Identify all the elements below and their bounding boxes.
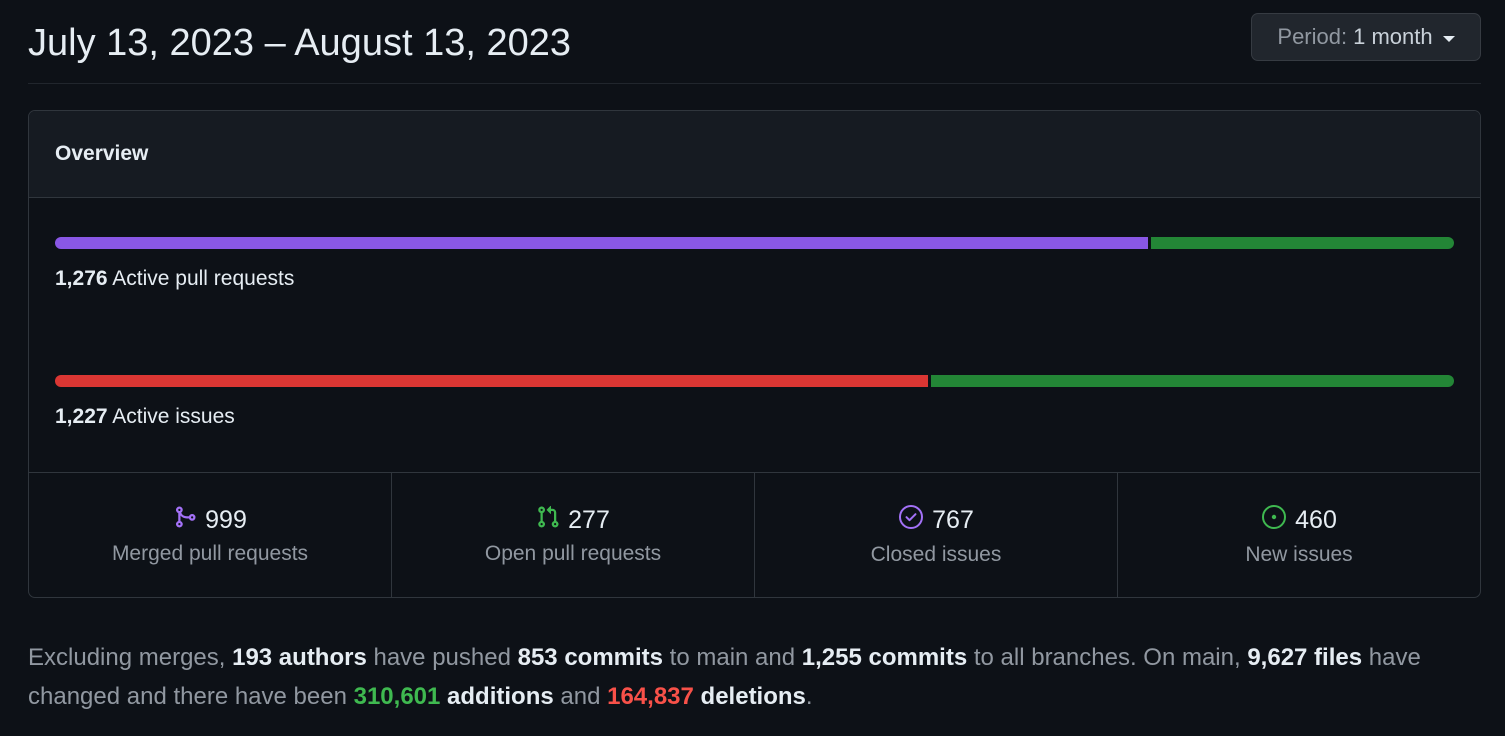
deletions-count: 164,837 xyxy=(607,683,694,710)
active-issues-label: Active issues xyxy=(112,405,235,428)
stat-open-prs[interactable]: 277 Open pull requests xyxy=(392,473,755,597)
closed-issues-value: 767 xyxy=(932,505,974,534)
authors-count: 193 authors xyxy=(232,644,367,671)
date-range-title: July 13, 2023 – August 13, 2023 xyxy=(28,22,571,64)
open-prs-label: Open pull requests xyxy=(484,541,662,565)
git-pull-request-icon xyxy=(536,505,560,536)
summary-text-4: to all branches. On main, xyxy=(967,644,1248,671)
open-prs-segment xyxy=(1151,237,1454,249)
period-label: Period: xyxy=(1277,24,1348,49)
page-header: July 13, 2023 – August 13, 2023 Period: … xyxy=(28,0,1481,84)
overview-panel: Overview 1,276 Active pull requests 1,22… xyxy=(28,110,1481,598)
commit-summary: Excluding merges, 193 authors have pushe… xyxy=(28,638,1448,716)
merged-prs-value: 999 xyxy=(205,505,247,534)
issues-caption: 1,227 Active issues xyxy=(55,405,1454,429)
closed-issues-label: Closed issues xyxy=(870,542,1002,566)
summary-text-1: Excluding merges, xyxy=(28,644,233,671)
files-changed-count: 9,627 files xyxy=(1247,644,1363,671)
merged-prs-label: Merged pull requests xyxy=(111,541,309,565)
caret-down-icon xyxy=(1442,35,1455,42)
additions-label: additions xyxy=(440,683,554,710)
summary-text-6: and xyxy=(553,683,608,710)
new-issues-value: 460 xyxy=(1295,505,1337,534)
summary-text-7: . xyxy=(805,683,813,710)
main-commits-count: 853 commits xyxy=(517,644,664,671)
issue-opened-icon xyxy=(1261,504,1287,537)
period-dropdown-button[interactable]: Period: 1 month xyxy=(1251,13,1481,61)
new-issues-segment xyxy=(930,375,1454,387)
issues-bar xyxy=(55,375,1454,387)
additions-count: 310,601 xyxy=(353,683,441,710)
overview-title: Overview xyxy=(55,142,149,165)
stat-new-issues[interactable]: 460 New issues xyxy=(1118,473,1480,597)
merged-prs-segment xyxy=(55,237,1149,249)
open-prs-value: 277 xyxy=(568,505,610,534)
active-prs-label: Active pull requests xyxy=(112,267,295,290)
new-issues-label: New issues xyxy=(1245,542,1353,566)
summary-text-2: have pushed xyxy=(366,644,518,671)
summary-text-3: to main and xyxy=(663,644,802,671)
pull-requests-bar xyxy=(55,237,1454,249)
deletions-label: deletions xyxy=(693,683,806,710)
closed-issues-segment xyxy=(55,375,928,387)
git-merge-icon xyxy=(173,505,197,536)
period-value: 1 month xyxy=(1353,24,1433,49)
overview-header: Overview xyxy=(29,111,1480,198)
pull-requests-caption: 1,276 Active pull requests xyxy=(55,267,1454,291)
pull-requests-summary[interactable]: 1,276 Active pull requests xyxy=(55,237,1454,291)
issues-summary[interactable]: 1,227 Active issues xyxy=(55,375,1454,429)
active-issues-count: 1,227 xyxy=(55,405,108,428)
all-commits-count: 1,255 commits xyxy=(801,644,968,671)
active-prs-count: 1,276 xyxy=(55,267,108,290)
stat-closed-issues[interactable]: 767 Closed issues xyxy=(755,473,1118,597)
issue-closed-icon xyxy=(898,504,924,537)
stats-row: 999 Merged pull requests 277 Open pull r… xyxy=(29,472,1480,597)
stat-merged-prs[interactable]: 999 Merged pull requests xyxy=(29,473,392,597)
